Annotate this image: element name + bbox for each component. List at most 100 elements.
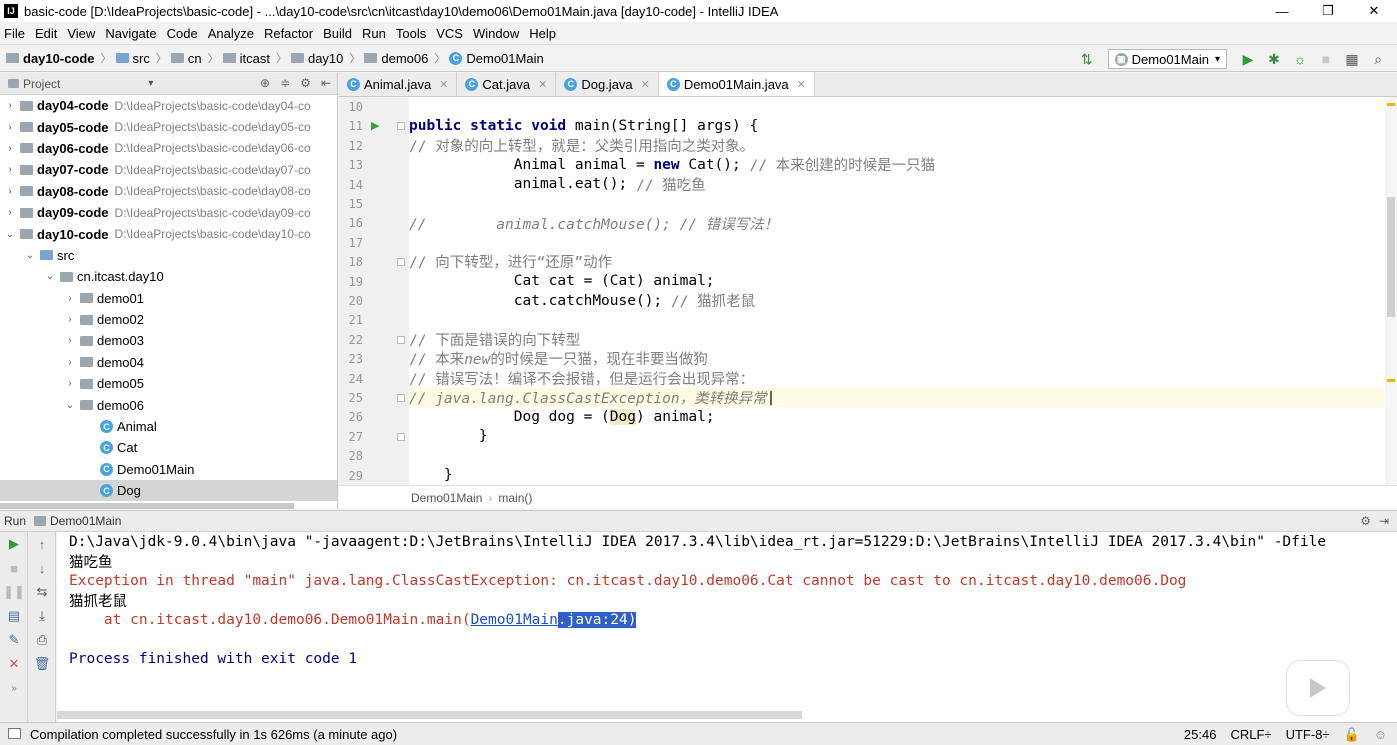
editor-vertical-scrollbar[interactable] (1385, 97, 1397, 485)
run-tab[interactable]: Demo01Main (34, 514, 121, 528)
code-line[interactable]: // 对象的向上转型，就是：父类引用指向之类对象。 (409, 136, 1385, 155)
tree-item[interactable]: › day04-code D:\IdeaProjects\basic-code\da… (0, 95, 337, 116)
scroll-to-end-icon[interactable]: ⤓ (28, 604, 56, 628)
coverage-icon[interactable]: ☼ (1289, 48, 1311, 70)
menu-vcs[interactable]: VCS (436, 26, 463, 41)
code-line[interactable] (409, 194, 1385, 213)
tree-item[interactable]: › day09-code D:\IdeaProjects\basic-code\da… (0, 202, 337, 223)
chevron-down-icon[interactable]: ▾ (148, 78, 153, 89)
chevron-right-icon[interactable]: › (64, 335, 76, 346)
breadcrumb-class[interactable]: Demo01Main (411, 491, 482, 505)
gear-icon[interactable]: ⚙ (1360, 514, 1371, 528)
selected-text[interactable]: .java:24) (557, 611, 637, 628)
pin-icon[interactable]: ✎ (0, 628, 28, 652)
run-icon[interactable]: ▶ (1237, 48, 1259, 70)
warning-marker[interactable] (1387, 103, 1395, 106)
menu-run[interactable]: Run (362, 26, 386, 41)
tree-item[interactable]: C Dog (0, 480, 337, 502)
console-horizontal-scrollbar[interactable] (57, 711, 802, 719)
tree-item[interactable]: › day05-code D:\IdeaProjects\basic-code\da… (0, 116, 337, 137)
run-configuration-select[interactable]: ▣ Demo01Main ▾ (1107, 49, 1227, 69)
menu-window[interactable]: Window (473, 26, 519, 41)
code-line[interactable]: Cat cat = (Cat) animal; (409, 272, 1385, 291)
menu-analyze[interactable]: Analyze (208, 26, 254, 41)
run-console[interactable]: D:\Java\jdk-9.0.4\bin\java "-javaagent:D… (57, 532, 1397, 722)
hide-panel-icon[interactable]: ⇥ (1379, 514, 1389, 528)
project-panel-title[interactable]: Project (23, 77, 60, 91)
code-line[interactable]: } (409, 427, 1385, 446)
gear-icon[interactable]: ⚙ (300, 76, 311, 90)
menu-tools[interactable]: Tools (396, 26, 426, 41)
close-tab-icon[interactable]: ✕ (797, 78, 806, 91)
code-line[interactable]: // 本来new的时候是一只猫，现在非要当做狗 (409, 349, 1385, 368)
search-icon[interactable]: ⌕ (1367, 48, 1389, 70)
project-horizontal-scrollbar[interactable] (0, 503, 294, 509)
code-line[interactable]: Dog dog = (Dog) animal; (409, 407, 1385, 426)
editor-tab[interactable]: C Animal.java ✕ (339, 72, 458, 96)
editor-tab[interactable]: C Demo01Main.java ✕ (658, 72, 815, 96)
trash-icon[interactable]: 🗑 (28, 652, 56, 676)
menu-help[interactable]: Help (529, 26, 556, 41)
chevron-right-icon[interactable]: › (64, 378, 76, 389)
inspector-icon[interactable]: ☺ (1374, 727, 1387, 743)
run-gutter-icon[interactable]: ▶ (371, 119, 379, 132)
breadcrumb-item[interactable]: cn 〉 (170, 50, 219, 66)
code-line[interactable]: cat.catchMouse(); // 猫抓老鼠 (409, 291, 1385, 311)
code-line[interactable]: } (409, 465, 1385, 484)
breadcrumb-item[interactable]: src 〉 (115, 50, 167, 66)
chevron-down-icon[interactable]: ⌄ (44, 271, 56, 282)
breadcrumb-item[interactable]: day10-code 〉 (6, 50, 112, 66)
tree-item[interactable]: ⌄ cn.itcast.day10 (0, 266, 337, 287)
close-window-button[interactable]: ✕ (1351, 0, 1397, 22)
close-tab-icon[interactable]: ✕ (641, 78, 650, 91)
fold-marker-icon[interactable] (397, 394, 405, 402)
up-arrow-icon[interactable]: ↑ (28, 532, 56, 556)
video-play-icon[interactable] (1286, 660, 1350, 716)
tree-item[interactable]: › demo04 (0, 352, 337, 373)
chevron-right-icon[interactable]: › (64, 357, 76, 368)
code-line[interactable]: // 下面是错误的向下转型 (409, 330, 1385, 349)
toggle-tool-windows-icon[interactable] (8, 728, 21, 739)
chevron-down-icon[interactable]: ⌄ (4, 229, 16, 240)
breadcrumb-item[interactable]: demo06 〉 (364, 50, 445, 66)
breadcrumb-item[interactable]: itcast 〉 (222, 50, 287, 66)
menu-build[interactable]: Build (323, 26, 352, 41)
code-line[interactable]: Animal animal = new Cat(); // 本来创建的时候是一只… (409, 155, 1385, 175)
stop-icon[interactable]: ■ (0, 556, 28, 580)
debug-icon[interactable]: ✱ (1263, 48, 1285, 70)
tree-item[interactable]: C Animal (0, 416, 337, 437)
warning-marker[interactable] (1387, 379, 1395, 382)
tree-item[interactable]: C Demo01Main (0, 459, 337, 480)
more-icon[interactable]: » (0, 676, 28, 700)
tree-item[interactable]: ⌄ day10-code D:\IdeaProjects\basic-code\da… (0, 223, 337, 244)
line-separator[interactable]: CRLF÷ (1230, 727, 1271, 743)
fold-marker-icon[interactable] (397, 335, 405, 344)
chevron-right-icon[interactable]: › (4, 186, 16, 197)
code-line[interactable]: // 向下转型，进行“还原”动作 (409, 252, 1385, 271)
layout-icon[interactable]: ▤ (0, 604, 28, 628)
close-icon[interactable]: ✕ (0, 652, 28, 676)
rerun-icon[interactable]: ▶ (0, 532, 28, 556)
pause-icon[interactable]: ❚❚ (0, 580, 28, 604)
tree-item[interactable]: › demo02 (0, 309, 337, 330)
code-line[interactable]: // animal.catchMouse(); // 错误写法！ (409, 213, 1385, 233)
lock-icon[interactable]: 🔓 (1344, 727, 1360, 743)
chevron-right-icon[interactable]: › (4, 122, 16, 133)
stop-icon[interactable]: ■ (1315, 48, 1337, 70)
breadcrumb-method[interactable]: main() (498, 491, 532, 505)
close-tab-icon[interactable]: ✕ (538, 78, 547, 91)
menu-edit[interactable]: Edit (35, 26, 57, 41)
fold-marker-icon[interactable] (397, 432, 405, 441)
collapse-all-icon[interactable]: ≑ (280, 76, 290, 90)
chevron-right-icon[interactable]: › (4, 143, 16, 154)
chevron-right-icon[interactable]: › (4, 164, 16, 175)
status-message[interactable]: Compilation completed successfully in 1s… (30, 727, 397, 742)
chevron-right-icon[interactable]: › (4, 100, 16, 111)
tree-item[interactable]: C Cat (0, 437, 337, 458)
fold-marker-icon[interactable] (397, 258, 405, 267)
down-arrow-icon[interactable]: ↓ (28, 556, 56, 580)
code-line[interactable] (409, 310, 1385, 329)
code-line[interactable]: // 错误写法！编译不会报错，但是运行会出现异常： (409, 368, 1385, 388)
hide-panel-icon[interactable]: ⇤ (321, 76, 331, 90)
code-line[interactable] (409, 97, 1385, 116)
